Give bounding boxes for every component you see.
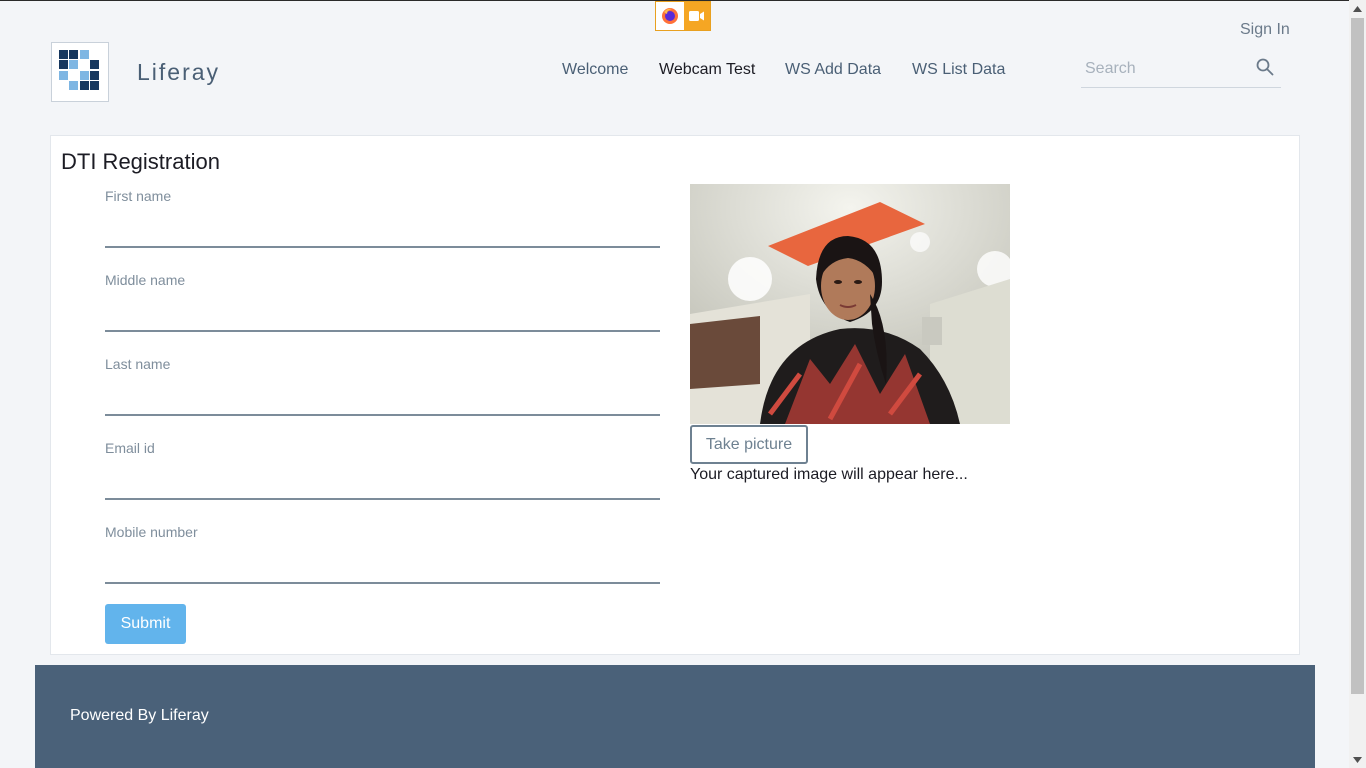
footer-text: Powered By Liferay: [70, 707, 209, 724]
search-icon[interactable]: [1256, 58, 1274, 81]
last-name-label: Last name: [105, 356, 171, 372]
nav-item-ws-add-data[interactable]: WS Add Data: [785, 61, 881, 79]
sharing-indicator[interactable]: [655, 1, 711, 31]
last-name-field[interactable]: [105, 384, 660, 416]
first-name-label: First name: [105, 188, 172, 204]
sign-in-link[interactable]: Sign In: [1240, 21, 1290, 39]
nav-item-webcam-test[interactable]: Webcam Test: [659, 61, 755, 79]
email-field[interactable]: [105, 468, 660, 500]
nav-item-welcome[interactable]: Welcome: [562, 61, 628, 79]
nav-item-ws-list-data[interactable]: WS List Data: [912, 61, 1005, 79]
mobile-number-field[interactable]: [105, 552, 660, 584]
scroll-down-arrow-icon[interactable]: [1349, 751, 1366, 768]
scrollbar-thumb[interactable]: [1351, 18, 1364, 694]
search-input[interactable]: [1083, 59, 1247, 79]
captured-image-placeholder: Your captured image will appear here...: [690, 466, 968, 483]
first-name-field[interactable]: [105, 216, 660, 248]
camera-sharing-icon: [684, 2, 710, 30]
middle-name-label: Middle name: [105, 272, 186, 288]
email-label: Email id: [105, 440, 155, 456]
take-picture-button[interactable]: Take picture: [690, 425, 808, 464]
liferay-logo[interactable]: [51, 42, 109, 102]
submit-button[interactable]: Submit: [105, 604, 186, 644]
middle-name-field[interactable]: [105, 300, 660, 332]
footer: [35, 665, 1315, 768]
webcam-preview: [690, 184, 1010, 424]
mobile-number-label: Mobile number: [105, 524, 198, 540]
firefox-icon: [656, 2, 685, 30]
scroll-up-arrow-icon[interactable]: [1349, 0, 1366, 17]
page-title: DTI Registration: [61, 149, 220, 174]
site-name[interactable]: Liferay: [137, 59, 220, 86]
search-bar: [1081, 55, 1281, 88]
